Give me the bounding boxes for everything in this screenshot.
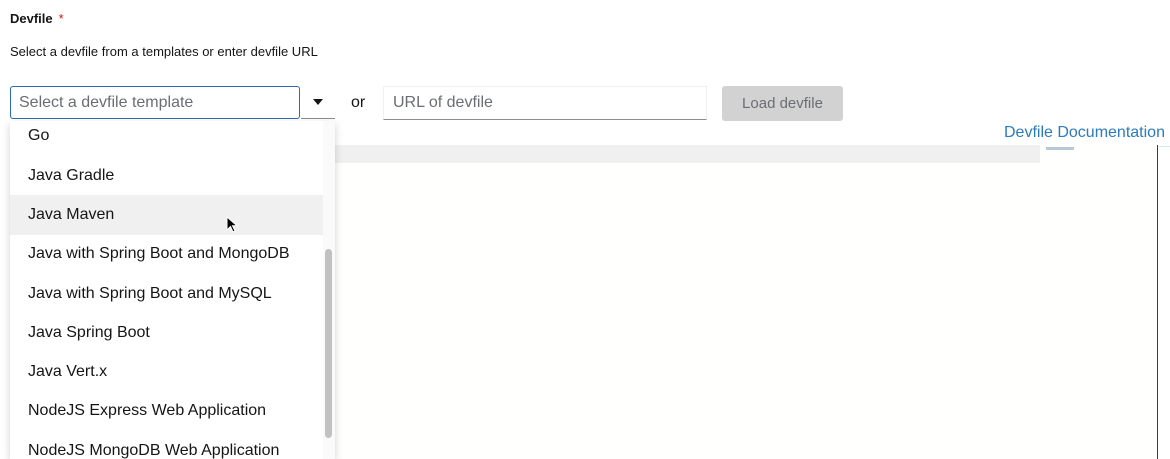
mouse-pointer-icon (226, 216, 239, 233)
editor-border (1157, 145, 1158, 459)
devfile-label-text: Devfile (10, 11, 53, 26)
devfile-url-input[interactable] (383, 86, 707, 120)
menu-item-java-maven[interactable]: Java Maven (10, 195, 335, 235)
devfile-form: Devfile * Select a devfile from a templat… (0, 0, 1170, 459)
menu-item-go[interactable]: Go (10, 121, 335, 156)
menu-item-java-vertx[interactable]: Java Vert.x (10, 352, 335, 391)
devfile-template-select[interactable]: Select a devfile template (10, 86, 300, 119)
devfile-documentation-link[interactable]: Devfile Documentation (1004, 124, 1165, 142)
menu-item-java-gradle[interactable]: Java Gradle (10, 156, 335, 195)
or-separator: or (351, 94, 366, 111)
devfile-label: Devfile * (10, 11, 64, 26)
devfile-template-menu: Go Java Gradle Java Maven Java with Spri… (10, 121, 335, 459)
select-placeholder: Select a devfile template (19, 93, 194, 111)
menu-item-nodejs-mongodb[interactable]: NodeJS MongoDB Web Application (10, 431, 335, 459)
menu-scrollbar-thumb[interactable] (325, 249, 332, 438)
editor-current-line (330, 145, 1040, 163)
menu-item-java-spring-mysql[interactable]: Java with Spring Boot and MySQL (10, 274, 335, 313)
required-indicator: * (58, 11, 64, 26)
caret-down-icon (313, 99, 323, 105)
menu-item-java-spring-mongodb[interactable]: Java with Spring Boot and MongoDB (10, 235, 335, 274)
devfile-editor[interactable] (330, 145, 1159, 459)
select-toggle-button[interactable] (301, 86, 335, 119)
load-devfile-button[interactable]: Load devfile (722, 86, 843, 121)
helper-text: Select a devfile from a templates or ent… (10, 44, 318, 59)
menu-item-nodejs-express[interactable]: NodeJS Express Web Application (10, 392, 335, 431)
editor-minimap[interactable] (1046, 147, 1074, 150)
menu-item-java-spring-boot[interactable]: Java Spring Boot (10, 313, 335, 352)
